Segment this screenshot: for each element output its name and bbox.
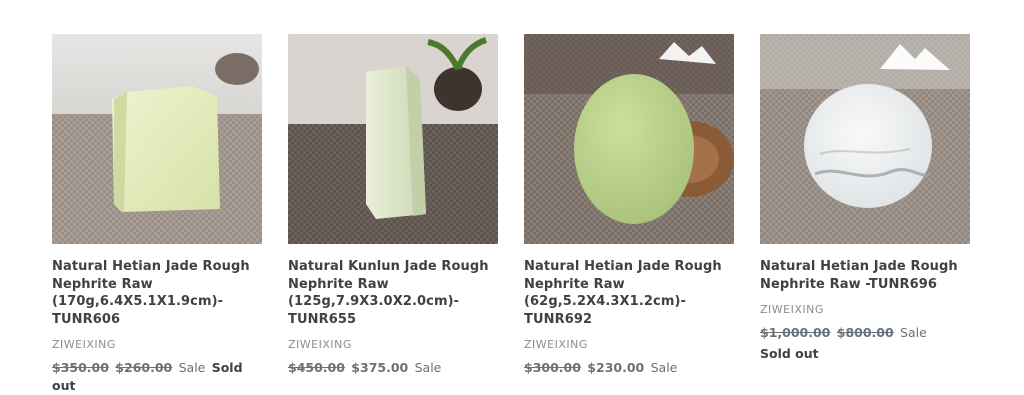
jade-disc-image	[524, 34, 734, 244]
sale-label: Sale	[414, 360, 442, 375]
sale-label: Sale	[900, 325, 927, 340]
product-title[interactable]: Natural Hetian Jade Rough Nephrite Raw (…	[524, 258, 734, 328]
product-image[interactable]	[524, 34, 734, 244]
product-card[interactable]: Natural Hetian Jade Rough Nephrite Raw -…	[760, 34, 970, 395]
product-image[interactable]	[760, 34, 970, 244]
white-jade-disc-image	[760, 34, 970, 244]
product-title[interactable]: Natural Kunlun Jade Rough Nephrite Raw (…	[288, 258, 498, 328]
sale-price: $800.00	[836, 325, 894, 340]
product-vendor: ZIWEIXING	[524, 338, 588, 351]
compare-at-price: $350.00	[52, 360, 109, 375]
product-card[interactable]: Natural Hetian Jade Rough Nephrite Raw (…	[52, 34, 262, 395]
product-price: $1,000.00 $800.00 Sale Sold out	[760, 324, 970, 363]
product-image[interactable]	[52, 34, 262, 244]
product-vendor: ZIWEIXING	[288, 338, 352, 351]
product-price: $300.00 $230.00 Sale	[524, 359, 734, 377]
product-image[interactable]	[288, 34, 498, 244]
compare-at-price: $450.00	[288, 360, 345, 375]
product-vendor: ZIWEIXING	[760, 303, 824, 316]
sale-price: $260.00	[115, 360, 173, 375]
compare-at-price: $1,000.00	[760, 325, 831, 340]
product-title[interactable]: Natural Hetian Jade Rough Nephrite Raw -…	[760, 258, 970, 293]
sold-out-label: Sold out	[760, 346, 819, 361]
sale-price: $375.00	[351, 360, 409, 375]
sale-label: Sale	[650, 360, 678, 375]
product-title[interactable]: Natural Hetian Jade Rough Nephrite Raw (…	[52, 258, 262, 328]
product-price: $450.00 $375.00 Sale	[288, 359, 498, 377]
product-card[interactable]: Natural Hetian Jade Rough Nephrite Raw (…	[524, 34, 734, 395]
product-price: $350.00 $260.00 Sale Sold out	[52, 359, 262, 395]
product-card[interactable]: Natural Kunlun Jade Rough Nephrite Raw (…	[288, 34, 498, 395]
sale-price: $230.00	[587, 360, 645, 375]
compare-at-price: $300.00	[524, 360, 581, 375]
sale-label: Sale	[178, 360, 206, 375]
jade-block-image	[288, 34, 498, 244]
product-vendor: ZIWEIXING	[52, 338, 116, 351]
jade-slab-image	[52, 34, 262, 244]
product-grid: Natural Hetian Jade Rough Nephrite Raw (…	[52, 34, 970, 395]
